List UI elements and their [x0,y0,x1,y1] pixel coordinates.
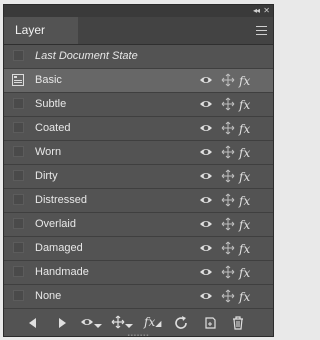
eye-icon[interactable] [199,217,213,231]
tab-layer-comps[interactable]: Layer Comps [4,17,78,64]
panel-topbar: ◂◂ ✕ [4,5,273,17]
eye-icon[interactable] [199,97,213,111]
fx-icon[interactable]: fx [239,121,250,138]
move-icon[interactable] [221,73,235,87]
refresh-icon[interactable] [173,315,189,331]
comp-label: Worn [35,146,62,158]
move-icon[interactable] [221,241,235,255]
comp-label: Distressed [35,194,87,206]
apply-checkbox[interactable] [13,98,24,109]
fx-icon[interactable]: fx [239,169,250,186]
apply-visibility-icon[interactable] [80,315,102,331]
comp-label: Handmade [35,266,89,278]
list-item-none[interactable]: None fx [4,285,273,309]
move-icon[interactable] [221,289,235,303]
move-icon[interactable] [221,97,235,111]
next-arrow-icon[interactable] [54,315,70,331]
move-icon[interactable] [221,121,235,135]
apply-checkbox[interactable] [13,146,24,157]
list-item-worn[interactable]: Worn fx [4,141,273,165]
layer-comps-list: Last Document State Basic fx Subtle fx C… [4,45,273,309]
list-item-handmade[interactable]: Handmade fx [4,261,273,285]
apply-checkbox[interactable] [13,266,24,277]
new-comp-icon[interactable] [202,315,218,331]
apply-checkbox[interactable] [13,242,24,253]
bottom-toolbar: fx◢ ▪▪▪▪▪▪▪ [4,308,273,339]
comp-label: Overlaid [35,218,76,230]
apply-position-icon[interactable] [111,315,133,331]
move-icon[interactable] [221,265,235,279]
list-item-damaged[interactable]: Damaged fx [4,237,273,261]
move-icon[interactable] [221,193,235,207]
comp-label: Damaged [35,242,83,254]
list-item-subtle[interactable]: Subtle fx [4,93,273,117]
collapse-panel-icon[interactable]: ◂◂ [253,5,260,17]
eye-icon[interactable] [199,265,213,279]
eye-icon[interactable] [199,169,213,183]
move-icon[interactable] [221,169,235,183]
tab-row: Layer Comps [4,17,273,64]
eye-icon[interactable] [199,241,213,255]
fx-icon[interactable]: fx [239,145,250,162]
resize-grip[interactable]: ▪▪▪▪▪▪▪ [4,333,273,339]
eye-icon[interactable] [199,289,213,303]
fx-icon[interactable]: fx [239,73,250,90]
apply-style-icon[interactable]: fx◢ [144,315,166,331]
toolbar-fx-label: fx [144,315,156,329]
previous-arrow-icon[interactable] [25,315,41,331]
panel-menu-icon[interactable] [256,26,267,38]
fx-icon[interactable]: fx [239,265,250,282]
comp-label: Subtle [35,98,67,110]
fx-icon[interactable]: fx [239,289,250,306]
move-icon[interactable] [221,145,235,159]
move-icon[interactable] [221,217,235,231]
apply-checkbox[interactable] [13,218,24,229]
eye-icon[interactable] [199,121,213,135]
comp-label: Basic [35,74,62,86]
fx-icon[interactable]: fx [239,241,250,258]
list-item-basic[interactable]: Basic fx [4,69,273,93]
apply-checkbox[interactable] [13,50,24,61]
eye-icon[interactable] [199,193,213,207]
fx-icon[interactable]: fx [239,97,250,114]
layer-comp-icon [12,74,24,86]
fx-icon[interactable]: fx [239,217,250,234]
list-item-coated[interactable]: Coated fx [4,117,273,141]
trash-icon[interactable] [230,315,246,331]
fx-icon[interactable]: fx [239,193,250,210]
apply-checkbox[interactable] [13,194,24,205]
layer-comps-panel: ◂◂ ✕ Layer Comps Last Document State Bas… [3,4,274,339]
list-item-last-document-state[interactable]: Last Document State [4,45,273,69]
comp-label: None [35,290,62,302]
list-item-dirty[interactable]: Dirty fx [4,165,273,189]
eye-icon[interactable] [199,145,213,159]
list-item-overlaid[interactable]: Overlaid fx [4,213,273,237]
close-panel-icon[interactable]: ✕ [263,5,270,17]
eye-icon[interactable] [199,73,213,87]
list-item-distressed[interactable]: Distressed fx [4,189,273,213]
apply-checkbox[interactable] [13,122,24,133]
apply-checkbox[interactable] [13,290,24,301]
comp-label: Dirty [35,170,58,182]
comp-label: Last Document State [35,50,138,62]
comp-label: Coated [35,122,71,134]
apply-checkbox[interactable] [13,170,24,181]
